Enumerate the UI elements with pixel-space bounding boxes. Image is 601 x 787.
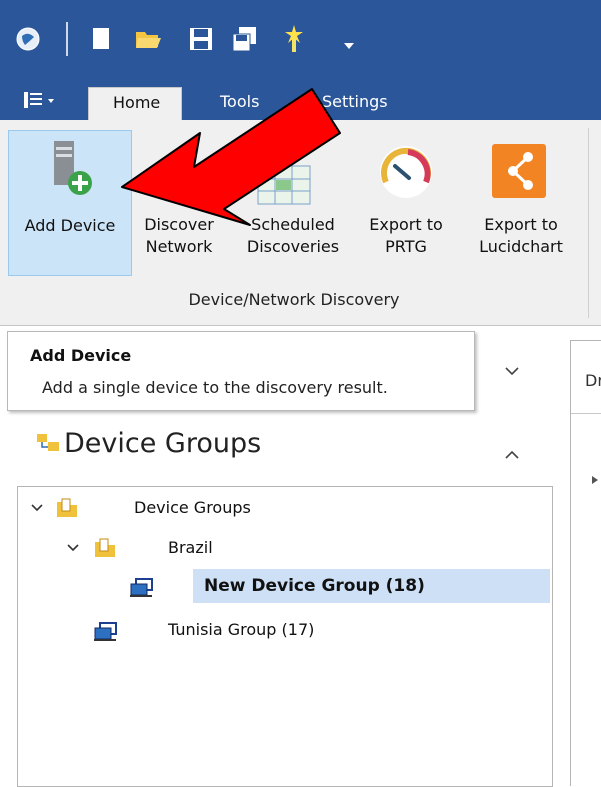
ribbon-group-caption: Device/Network Discovery	[188, 290, 400, 309]
device-groups-title: Device Groups	[64, 428, 262, 459]
tree-row-tunisia-group[interactable]: Tunisia Group (17)	[18, 613, 550, 647]
chevron-up-icon[interactable]	[504, 446, 520, 464]
export-to-lucidchart-button[interactable]: Export to Lucidchart	[462, 130, 580, 274]
tree-row-device-groups[interactable]: Device Groups	[18, 491, 550, 525]
wizard-icon[interactable]	[282, 24, 306, 54]
device-groups-icon	[36, 432, 60, 456]
add-device-icon	[46, 139, 96, 203]
add-device-button[interactable]: Add Device	[8, 130, 132, 276]
export-to-prtg-button[interactable]: Export to PRTG	[356, 130, 456, 274]
row-expand-icon[interactable]	[591, 471, 599, 489]
tooltip-description: Add a single device to the discovery res…	[42, 378, 388, 397]
tree-row-new-device-group-content[interactable]: New Device Group (18)	[18, 569, 550, 603]
tooltip-title: Add Device	[30, 346, 132, 365]
right-panel: Dr	[570, 340, 601, 786]
file-menu-icon[interactable]	[22, 90, 62, 112]
right-panel-header: Dr	[585, 371, 601, 390]
tooltip: Add Device Add a single device to the di…	[7, 331, 475, 411]
quick-access-toolbar	[0, 0, 601, 75]
prtg-gauge-icon	[378, 144, 434, 204]
folder-group-icon	[56, 497, 78, 531]
save-icon[interactable]	[189, 27, 213, 51]
open-folder-icon[interactable]	[134, 28, 162, 50]
tree-row-brazil[interactable]: Brazil	[18, 531, 550, 565]
chevron-down-icon[interactable]	[504, 362, 520, 380]
network-computer-icon	[94, 620, 118, 654]
folder-group-icon	[94, 537, 116, 571]
save-all-icon[interactable]	[232, 26, 258, 52]
network-computer-icon	[130, 576, 154, 610]
lucidchart-icon	[492, 144, 546, 202]
customize-dropdown-icon[interactable]	[343, 36, 355, 49]
device-group-tree: Device Groups Brazil New Device Group (1…	[17, 486, 553, 787]
annotation-arrow	[116, 83, 346, 233]
new-file-icon[interactable]	[91, 27, 111, 51]
app-globe-icon[interactable]	[16, 27, 40, 51]
